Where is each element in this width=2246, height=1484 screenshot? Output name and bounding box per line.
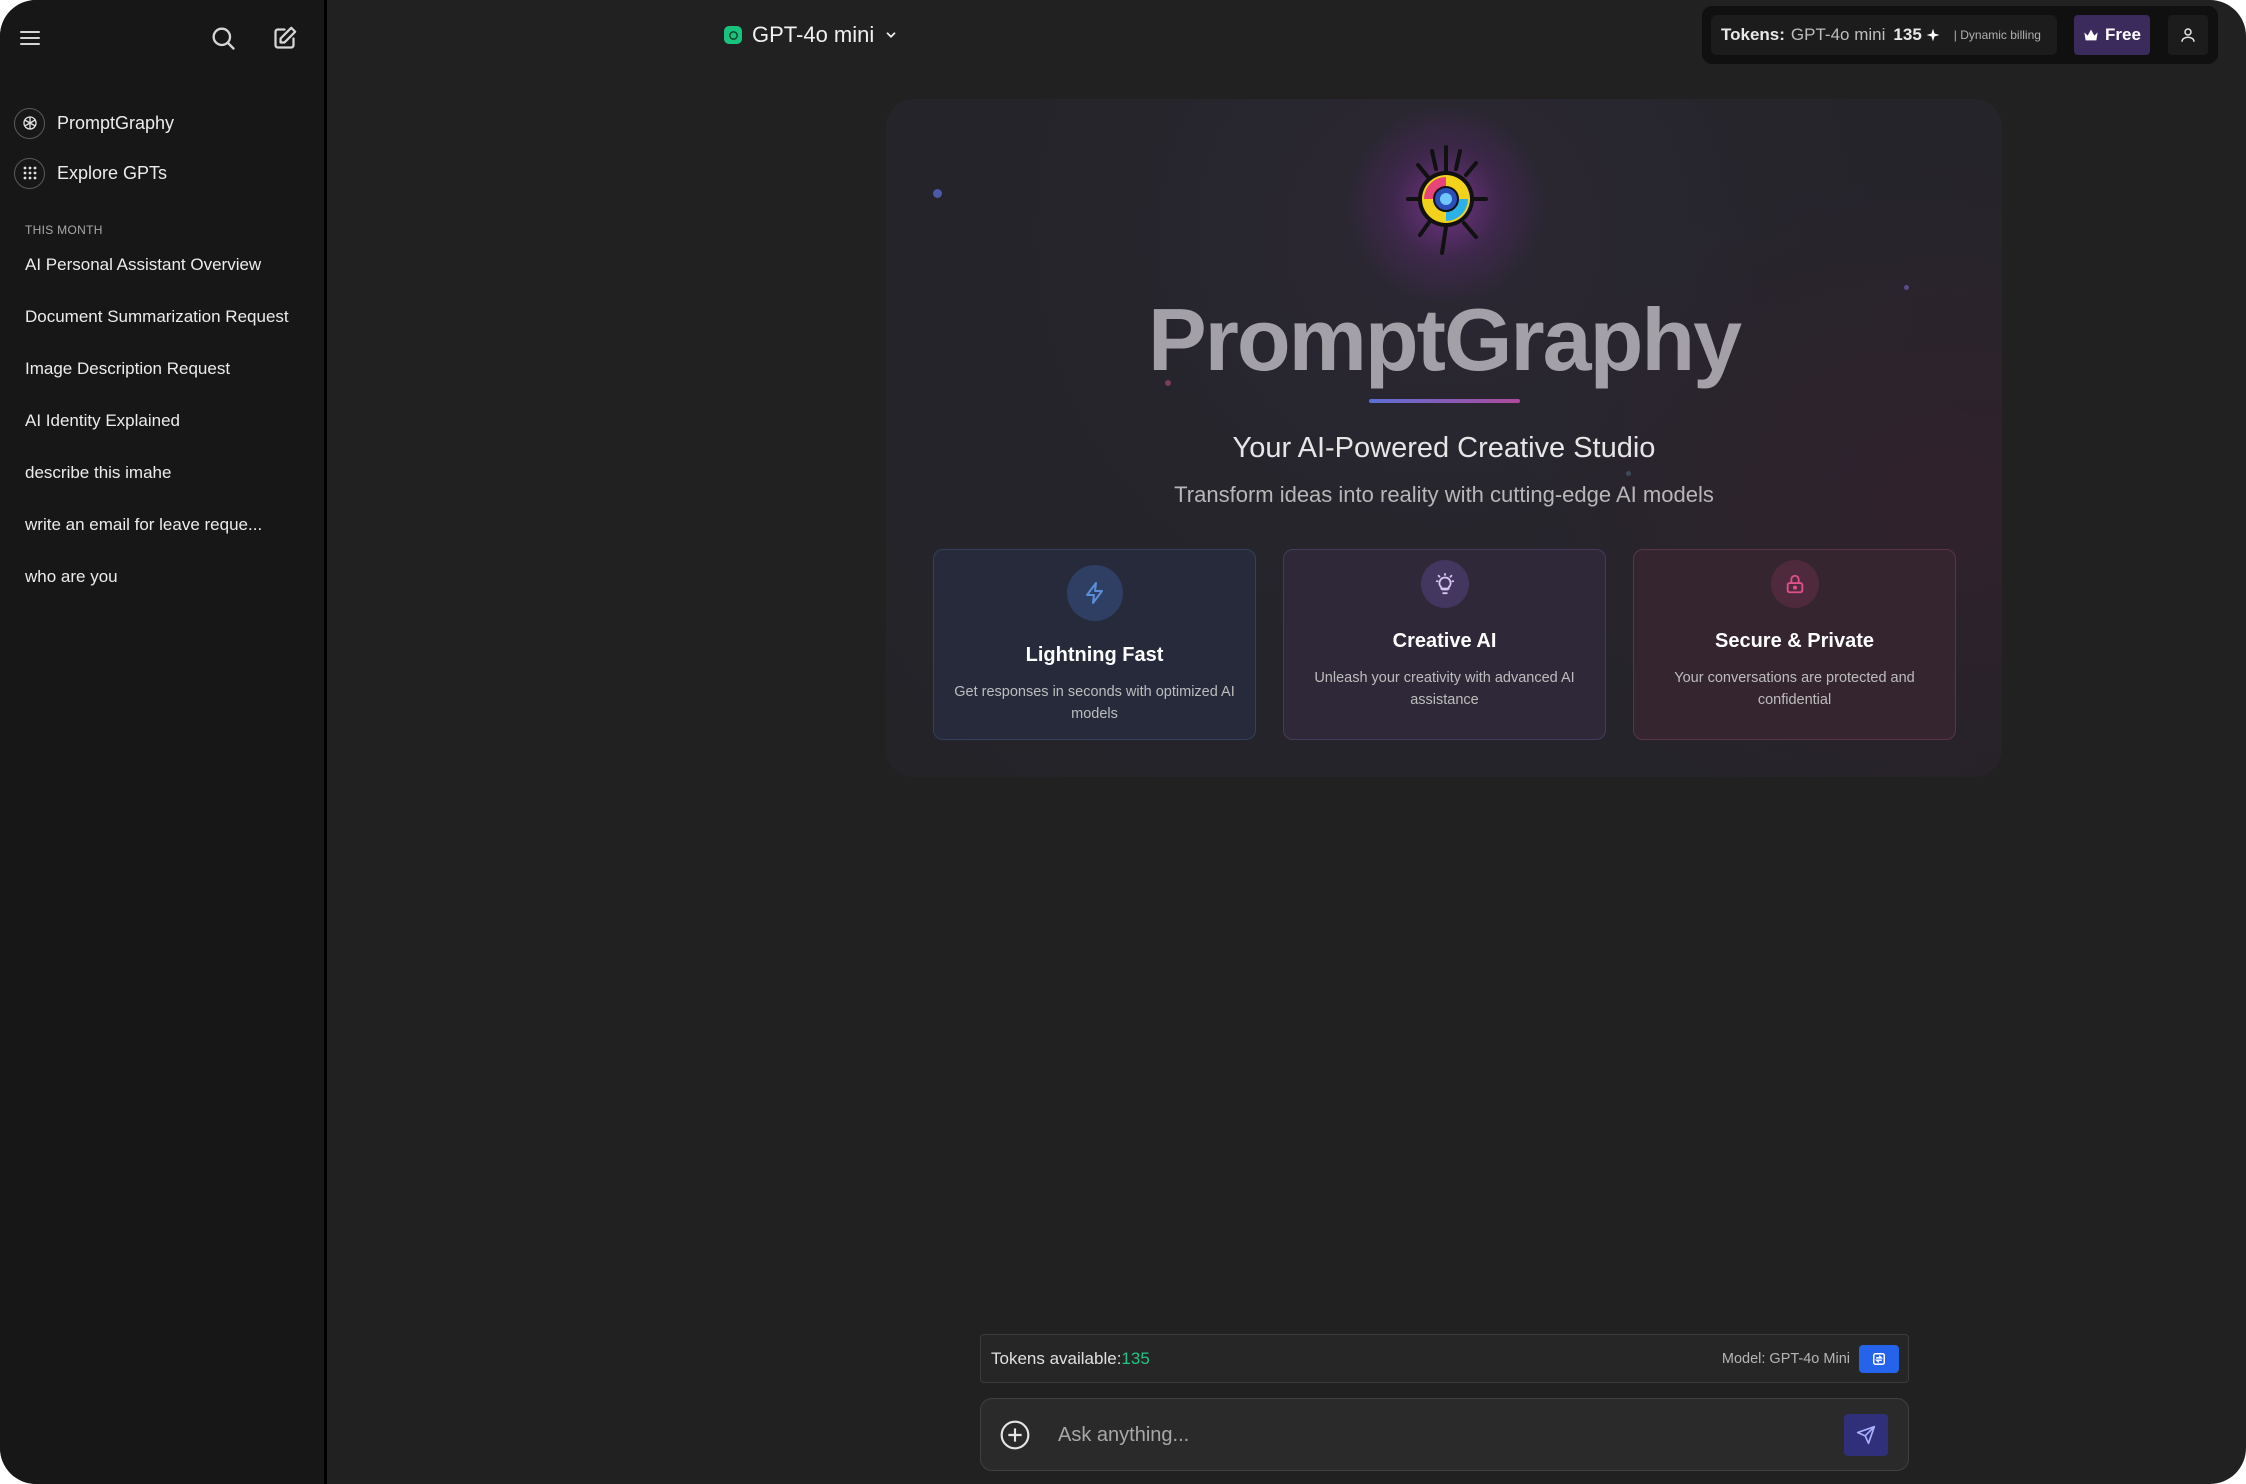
hero-title: PromptGraphy (1147, 290, 1742, 389)
welcome-hero: PromptGraphy Your AI-Powered Creative St… (886, 99, 2002, 777)
history-item[interactable]: who are you (25, 567, 118, 587)
history-item[interactable]: describe this imahe (25, 463, 171, 483)
tokens-available-value: 135 (1121, 1348, 1150, 1368)
account-toolbar: Tokens: GPT-4o mini 135 | Dynamic billin… (1702, 6, 2218, 64)
openai-logo-icon (724, 26, 742, 44)
model-selector[interactable]: GPT-4o mini (710, 14, 912, 56)
tokens-count: 135 (1893, 25, 1922, 44)
tokens-available-label: Tokens available: (991, 1348, 1122, 1368)
hero-description: Transform ideas into reality with cuttin… (1174, 482, 1714, 507)
tokens-label: Tokens: (1721, 25, 1785, 44)
sidebar: PromptGraphy Explore GPTs THIS MONTH AI … (0, 0, 327, 1484)
feature-card-secure-private: Secure & Private Your conversations are … (1633, 549, 1956, 740)
openai-logo-icon (14, 107, 45, 139)
menu-icon[interactable] (14, 22, 46, 54)
switch-model-button[interactable] (1859, 1345, 1899, 1373)
history-section-label: THIS MONTH (25, 223, 103, 237)
new-chat-icon[interactable] (268, 22, 300, 54)
feature-title: Secure & Private (1715, 630, 1874, 652)
model-name: GPT-4o mini (752, 22, 875, 47)
current-model-label: Model: GPT-4o Mini (1721, 1350, 1850, 1367)
user-icon (2179, 26, 2197, 44)
feature-card-lightning-fast: Lightning Fast Get responses in seconds … (933, 549, 1256, 740)
sparkle-icon (1926, 28, 1940, 42)
send-button[interactable] (1844, 1414, 1888, 1456)
feature-title: Creative AI (1392, 630, 1497, 652)
hero-subtitle: Your AI-Powered Creative Studio (1232, 432, 1656, 464)
plan-label: Free (2105, 25, 2141, 44)
lock-icon (1770, 560, 1819, 608)
history-item[interactable]: write an email for leave reque... (25, 515, 262, 535)
add-attachment-icon[interactable] (999, 1419, 1031, 1451)
feature-title: Lightning Fast (1025, 644, 1164, 666)
tokens-model: GPT-4o mini (1790, 25, 1886, 44)
billing-label: | Dynamic billing (1953, 28, 2041, 42)
feature-card-creative-ai: Creative AI Unleash your creativity with… (1283, 549, 1606, 740)
history-item[interactable]: Document Summarization Request (25, 307, 289, 327)
upgrade-plan-button[interactable]: Free (2074, 15, 2150, 55)
feature-description: Get responses in seconds with optimized … (954, 684, 1235, 722)
feature-description: Unleash your creativity with advanced AI… (1314, 670, 1575, 708)
history-item[interactable]: AI Personal Assistant Overview (25, 255, 261, 275)
send-icon (1856, 1425, 1876, 1445)
lightbulb-icon (1420, 560, 1469, 608)
grid-icon (14, 157, 45, 189)
decor-dot (933, 189, 942, 198)
tokens-indicator[interactable]: Tokens: GPT-4o mini 135 | Dynamic billin… (1711, 15, 2057, 55)
swap-icon (1872, 1352, 1886, 1366)
sidebar-item-promptgraphy[interactable]: PromptGraphy (14, 103, 174, 143)
lightning-icon (1066, 565, 1123, 621)
chevron-down-icon (884, 28, 898, 42)
sidebar-item-explore-gpts[interactable]: Explore GPTs (14, 153, 167, 193)
sidebar-item-label: PromptGraphy (57, 112, 175, 133)
app-window: PromptGraphy Explore GPTs THIS MONTH AI … (0, 0, 2246, 1484)
chat-input[interactable] (1058, 1417, 1758, 1453)
feature-description: Your conversations are protected and con… (1674, 670, 1915, 708)
history-item[interactable]: Image Description Request (25, 359, 230, 379)
chat-composer (980, 1398, 1909, 1471)
search-icon[interactable] (207, 22, 239, 54)
sidebar-item-label: Explore GPTs (57, 162, 168, 183)
tokens-bar: Tokens available: 135 Model: GPT-4o Mini (980, 1334, 1909, 1383)
promptgraphy-logo-icon (1394, 141, 1498, 261)
user-profile-button[interactable] (2168, 15, 2208, 55)
crown-icon (2083, 28, 2099, 42)
history-item[interactable]: AI Identity Explained (25, 411, 180, 431)
title-underline (1369, 399, 1520, 403)
decor-dot (1626, 471, 1631, 476)
